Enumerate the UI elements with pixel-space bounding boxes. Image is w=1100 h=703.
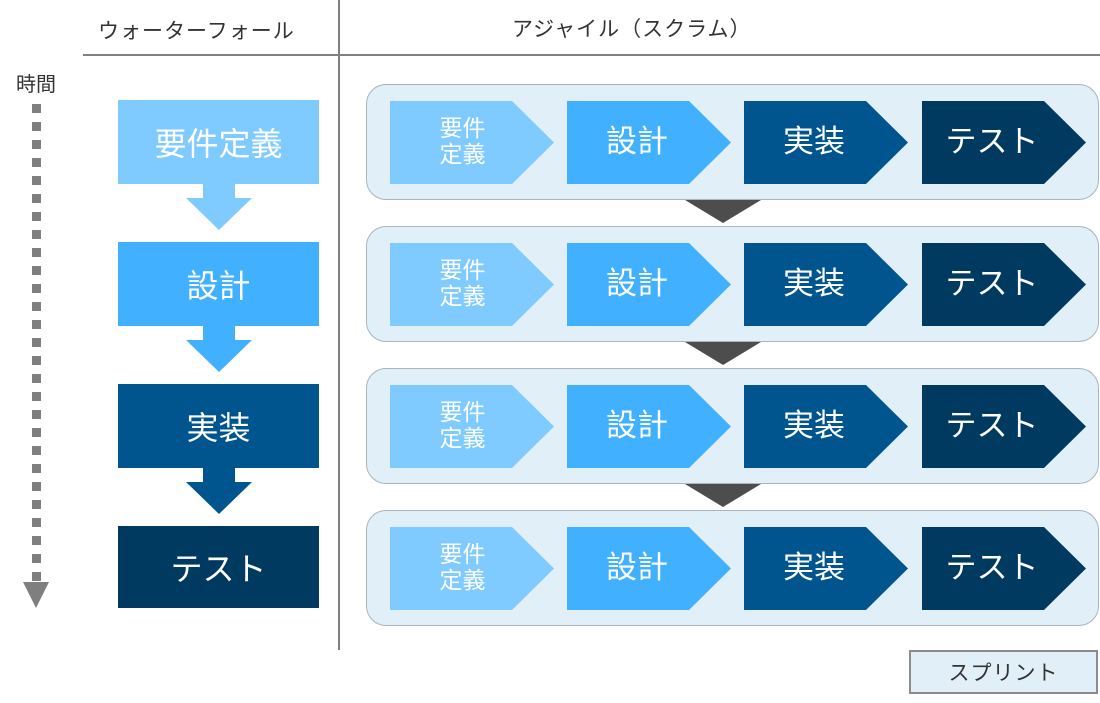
sprint-row: 要件 定義 設計 実装 テスト [366,84,1099,200]
time-axis-dot [32,176,41,185]
time-axis-dot [32,428,41,437]
sprint-step-chevron: テスト [922,385,1086,468]
sprint-step-label: テスト [945,550,1039,587]
time-axis-dot [32,572,41,581]
sprint-connector-arrow-icon [685,200,761,223]
sprint-step-label: 設計 [606,124,668,161]
time-axis-dot [32,518,41,527]
waterfall-step: 実装 [118,384,319,468]
time-axis-label: 時間 [16,72,56,96]
time-axis-dot [32,554,41,563]
sprint-step-label: 要件 定義 [439,400,486,452]
time-axis-dot [32,410,41,419]
sprint-step-label: 要件 定義 [439,258,486,310]
sprint-step-chevron: テスト [922,527,1086,610]
time-axis-dot [32,140,41,149]
time-axis-dot [32,266,41,275]
time-axis-dot [32,194,41,203]
time-axis-arrowhead [23,582,49,608]
waterfall-header: ウォーターフォール [98,19,295,43]
time-axis-dot [32,464,41,473]
sprint-step-chevron: テスト [922,243,1086,326]
sprint-step-chevron: 設計 [567,243,731,326]
sprint-step-label: 要件 定義 [439,542,486,594]
sprint-step-label: 実装 [783,266,845,303]
sprint-step-chevron: 要件 定義 [390,101,554,184]
sprint-step-label: 設計 [606,408,668,445]
time-axis-dot [32,212,41,221]
sprint-step-label: テスト [945,408,1039,445]
sprint-step-label: テスト [945,124,1039,161]
sprint-step-label: 設計 [606,550,668,587]
time-axis-dot [32,482,41,491]
sprint-step-label: 実装 [783,550,845,587]
waterfall-step-label: 設計 [186,267,251,305]
time-axis-dot [32,230,41,239]
time-axis-dot [32,122,41,131]
time-axis-dot [32,536,41,545]
waterfall-down-arrow-icon [186,326,252,372]
sprint-step-chevron: 実装 [744,527,908,610]
sprint-legend-label: スプリント [948,661,1059,685]
sprint-step-label: 設計 [606,266,668,303]
header-divider [83,54,1100,56]
sprint-step-chevron: 要件 定義 [390,243,554,326]
waterfall-step: 要件定義 [118,100,319,184]
sprint-row: 要件 定義 設計 実装 テスト [366,226,1099,342]
column-divider [338,0,340,650]
sprint-step-chevron: 要件 定義 [390,527,554,610]
sprint-step-chevron: 実装 [744,101,908,184]
sprint-step-chevron: テスト [922,101,1086,184]
time-axis-dot [32,392,41,401]
time-axis-dot [32,338,41,347]
sprint-row: 要件 定義 設計 実装 テスト [366,510,1099,626]
waterfall-step-label: 要件定義 [154,125,283,163]
sprint-step-label: 実装 [783,408,845,445]
sprint-step-chevron: 実装 [744,243,908,326]
sprint-row: 要件 定義 設計 実装 テスト [366,368,1099,484]
waterfall-step: 設計 [118,242,319,326]
sprint-step-label: 実装 [783,124,845,161]
sprint-connector-arrow-icon [685,342,761,365]
agile-header: アジャイル（スクラム） [512,17,752,41]
time-axis-dot [32,356,41,365]
time-axis-dot [32,320,41,329]
sprint-step-chevron: 実装 [744,385,908,468]
time-axis-dot [32,284,41,293]
time-axis-dot [32,374,41,383]
sprint-step-chevron: 設計 [567,101,731,184]
time-axis-dot [32,500,41,509]
time-axis-dot [32,446,41,455]
waterfall-step-label: 実装 [186,409,251,447]
time-axis-dot [32,104,41,113]
waterfall-step-label: テスト [170,550,267,588]
sprint-step-label: テスト [945,266,1039,303]
waterfall-down-arrow-icon [186,184,252,230]
sprint-step-label: 要件 定義 [439,116,486,168]
sprint-step-chevron: 設計 [567,385,731,468]
waterfall-down-arrow-icon [186,468,252,514]
waterfall-step: テスト [118,526,319,608]
sprint-connector-arrow-icon [685,484,761,507]
sprint-legend: スプリント [909,650,1098,694]
time-axis-dot [32,248,41,257]
time-axis-dot [32,158,41,167]
time-axis-dot [32,302,41,311]
sprint-step-chevron: 要件 定義 [390,385,554,468]
sprint-step-chevron: 設計 [567,527,731,610]
